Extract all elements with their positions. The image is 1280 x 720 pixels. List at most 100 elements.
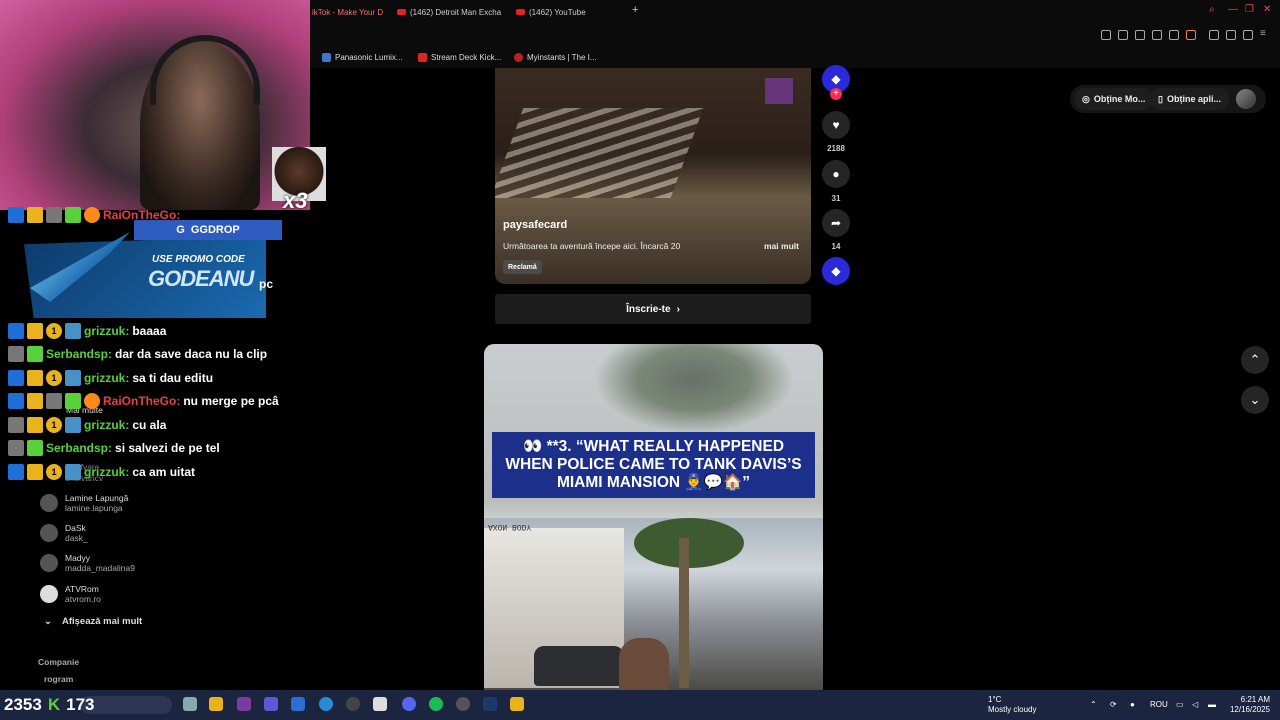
viewer-counter: 2353 K 173 [4,695,94,715]
share-icon[interactable] [1226,30,1236,40]
seven-badge-icon [84,207,100,223]
restore-icon[interactable]: ❐ [1245,4,1254,15]
section-program[interactable]: rogram [44,674,73,684]
close-icon[interactable]: ✕ [1263,4,1271,15]
following-handle: atvrom.ro [65,594,101,604]
video-scene-light [765,78,793,104]
chat-message: 1 grizzuk: baaaa [8,322,166,340]
chat-username: grizzuk: [84,465,130,479]
chat-username: grizzuk: [84,418,130,432]
edge-icon[interactable] [319,697,333,711]
tab-tiktok[interactable]: ikTok - Make Your D [312,4,392,20]
translate-icon[interactable] [1152,30,1162,40]
following-name: ATVRom [65,584,99,594]
chevron-down-icon: ⌄ [1249,392,1261,407]
sync-icon[interactable]: ⟳ [1110,700,1117,709]
camera-badge-icon [65,323,81,339]
obs-icon[interactable] [346,697,360,711]
car [534,646,624,686]
sound-disc[interactable]: ◆ [822,257,850,285]
phone-icon: ▯ [1158,93,1163,104]
camera-badge-icon [65,464,81,480]
steam-icon[interactable] [483,697,497,711]
get-app-label: Obține apli... [1166,94,1221,104]
bookmark-panasonic[interactable]: Panasonic Lumix... [322,53,403,62]
show-more-button[interactable]: ⌄ Afișează mai mult [44,616,142,627]
get-app-button[interactable]: ▯ Obține apli... [1150,88,1229,110]
network-icon[interactable]: ▭ [1176,700,1184,709]
time: 6:21 AM [1240,695,1270,704]
video-scene [495,108,704,198]
clock[interactable]: 6:21 AM 12/16/2025 [1224,695,1270,715]
chat-text: nu merge pe pcâ [183,394,279,408]
comment-icon: ● [832,167,840,181]
comment-button[interactable]: ● [822,160,850,188]
video-ad[interactable] [495,68,811,284]
share-button[interactable]: ➦ [822,209,850,237]
youtube-icon [418,53,427,62]
minimize-icon[interactable]: — [1228,4,1238,15]
mod-badge-icon [8,323,24,339]
signup-button[interactable]: Înscrie-te › [495,294,811,324]
app-icon[interactable] [291,697,305,711]
app-icon[interactable] [510,697,524,711]
gift-badge-icon [65,207,81,223]
camera-badge-icon [65,417,81,433]
discord-icon[interactable] [402,697,416,711]
task-view-icon[interactable] [183,697,197,711]
avatar [40,494,58,512]
download-icon[interactable] [1243,30,1253,40]
chat-text: cu ala [132,418,167,432]
myinstants-icon [514,53,523,62]
play-icon[interactable] [1169,30,1179,40]
volume-icon[interactable]: ◁ [1192,700,1198,709]
get-pc-app-button[interactable]: ◎ Obține Mo... [1074,88,1154,110]
weather-widget[interactable]: 1°C Mostly cloudy [988,695,1036,715]
tray-chevron-icon[interactable]: ⌃ [1090,700,1097,709]
date: 12/16/2025 [1229,705,1270,714]
bookmark-myinstants[interactable]: Myinstants | The I... [514,53,597,62]
next-video-button[interactable]: ⌄ [1241,386,1269,414]
chat-username: Serbandsp: [46,347,113,361]
search-icon[interactable]: ⌕ [1209,4,1215,15]
new-tab-button[interactable]: + [632,4,638,16]
spotify-icon[interactable] [429,697,443,711]
video-username[interactable]: paysafecard [503,219,567,231]
show-more-label: Afișează mai mult [61,616,143,627]
previous-video-button[interactable]: ⌃ [1241,346,1269,374]
battery-icon[interactable]: ▬ [1208,700,1216,709]
follow-plus-icon[interactable]: + [830,88,842,100]
puzzle-icon[interactable] [1209,30,1219,40]
more-button[interactable]: mai mult [764,241,799,251]
app-icon[interactable] [237,697,251,711]
video-title-caption: 👀 **3. “WHAT REALLY HAPPENED WHEN POLICE… [492,432,815,498]
teams-icon[interactable] [264,697,278,711]
language-indicator[interactable]: ROU [1150,700,1168,709]
mic-icon[interactable]: ● [1130,700,1135,709]
tab-detroit[interactable]: (1462) Detroit Man Excha [397,4,505,20]
video-description: Următoarea ta aventură începe aici. Înca… [503,241,681,251]
chrome-icon[interactable] [456,697,470,711]
bookmark-streamdeck[interactable]: Stream Deck Kick... [418,53,501,62]
file-explorer-icon[interactable] [209,697,223,711]
bookmark-icon[interactable] [1101,30,1111,40]
bookmark-label: Stream Deck Kick... [431,53,502,62]
promo-code: GODEANU [148,266,254,291]
store-icon[interactable] [373,697,387,711]
profile-avatar[interactable] [1236,89,1256,109]
tab-label: (1462) Detroit Man Excha [410,7,502,17]
like-button[interactable]: ♥ [822,111,850,139]
shield-icon[interactable] [1135,30,1145,40]
heart-icon[interactable] [1186,30,1196,40]
youtube-icon [516,9,525,15]
extension-icon[interactable] [1118,30,1128,40]
section-company[interactable]: Companie [38,657,79,667]
menu-icon[interactable]: ≡ [1260,29,1270,40]
mod-badge-icon [8,207,24,223]
chevron-up-icon: ⌃ [1249,352,1261,367]
video-scene [594,344,794,434]
tab-youtube[interactable]: (1462) YouTube [516,4,616,20]
promo-brand: GGDROP [190,224,240,236]
chevron-down-icon: ⌄ [44,616,52,627]
kick-viewer-count: 173 [66,695,95,714]
